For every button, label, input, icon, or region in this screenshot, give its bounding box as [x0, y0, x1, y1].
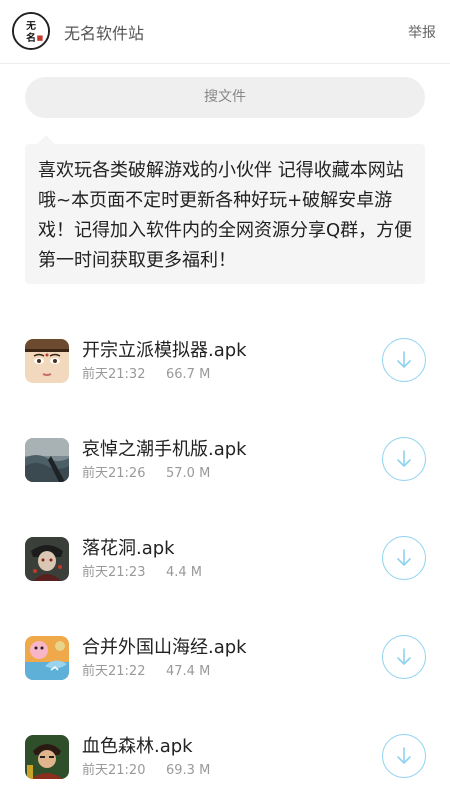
notice-box: 喜欢玩各类破解游戏的小伙伴 记得收藏本网站哦~本页面不定时更新各种好玩+破解安卓…	[25, 144, 425, 284]
download-arrow-icon	[397, 450, 411, 467]
download-button[interactable]	[382, 338, 426, 382]
app-size: 4.4 M	[166, 565, 203, 580]
site-title: 无名软件站	[64, 24, 145, 43]
app-size: 57.0 M	[166, 466, 211, 481]
app-name[interactable]: 开宗立派模拟器.apk	[82, 336, 247, 362]
app-name[interactable]: 血色森林.apk	[82, 732, 193, 758]
list-item[interactable]: 合并外国山海经.apk 前天21:22 47.4 M	[0, 605, 450, 704]
app-time: 前天21:32	[82, 367, 146, 382]
app-time: 前天21:23	[82, 565, 146, 580]
app-time: 前天21:20	[82, 763, 146, 778]
download-arrow-icon	[397, 351, 411, 368]
app-meta: 前天21:23 4.4 M	[82, 561, 202, 580]
download-button[interactable]	[382, 734, 426, 778]
list-item[interactable]: 哀悼之潮手机版.apk 前天21:26 57.0 M	[0, 407, 450, 506]
list-item[interactable]: 开宗立派模拟器.apk 前天21:32 66.7 M	[0, 308, 450, 407]
notice-text: 喜欢玩各类破解游戏的小伙伴 记得收藏本网站哦~本页面不定时更新各种好玩+破解安卓…	[38, 160, 413, 271]
app-name[interactable]: 合并外国山海经.apk	[82, 633, 247, 659]
warrior-app-icon	[25, 735, 69, 779]
app-size: 69.3 M	[166, 763, 211, 778]
site-logo[interactable]: 无 名	[12, 12, 50, 50]
ocean-app-icon	[25, 438, 69, 482]
search-files-button[interactable]: 搜文件	[25, 77, 425, 118]
app-meta: 前天21:20 69.3 M	[82, 759, 210, 778]
download-button[interactable]	[382, 536, 426, 580]
top-bar: 无 名 无名软件站 举报	[0, 0, 450, 64]
logo-char-1: 无	[25, 20, 36, 32]
download-button[interactable]	[382, 635, 426, 679]
logo-char-2: 名	[26, 31, 36, 44]
app-size: 47.4 M	[166, 664, 211, 679]
dark-character-app-icon	[25, 537, 69, 581]
report-link[interactable]: 举报	[408, 22, 436, 42]
app-list: 开宗立派模拟器.apk 前天21:32 66.7 M 哀悼之潮手机版.apk 前天…	[0, 308, 450, 800]
download-arrow-icon	[397, 549, 411, 566]
app-meta: 前天21:32 66.7 M	[82, 363, 210, 382]
creatures-app-icon	[25, 636, 69, 680]
app-name[interactable]: 哀悼之潮手机版.apk	[82, 435, 247, 461]
notice-tail	[37, 135, 55, 144]
app-meta: 前天21:22 47.4 M	[82, 660, 210, 679]
face-app-icon	[25, 339, 69, 383]
app-time: 前天21:22	[82, 664, 146, 679]
app-time: 前天21:26	[82, 466, 146, 481]
list-item[interactable]: 血色森林.apk 前天21:20 69.3 M	[0, 704, 450, 800]
app-name[interactable]: 落花洞.apk	[82, 534, 175, 560]
download-arrow-icon	[397, 747, 411, 764]
site-logo-icon: 无 名	[14, 14, 48, 48]
download-button[interactable]	[382, 437, 426, 481]
list-item[interactable]: 落花洞.apk 前天21:23 4.4 M	[0, 506, 450, 605]
app-meta: 前天21:26 57.0 M	[82, 462, 210, 481]
download-arrow-icon	[397, 648, 411, 665]
app-size: 66.7 M	[166, 367, 211, 382]
